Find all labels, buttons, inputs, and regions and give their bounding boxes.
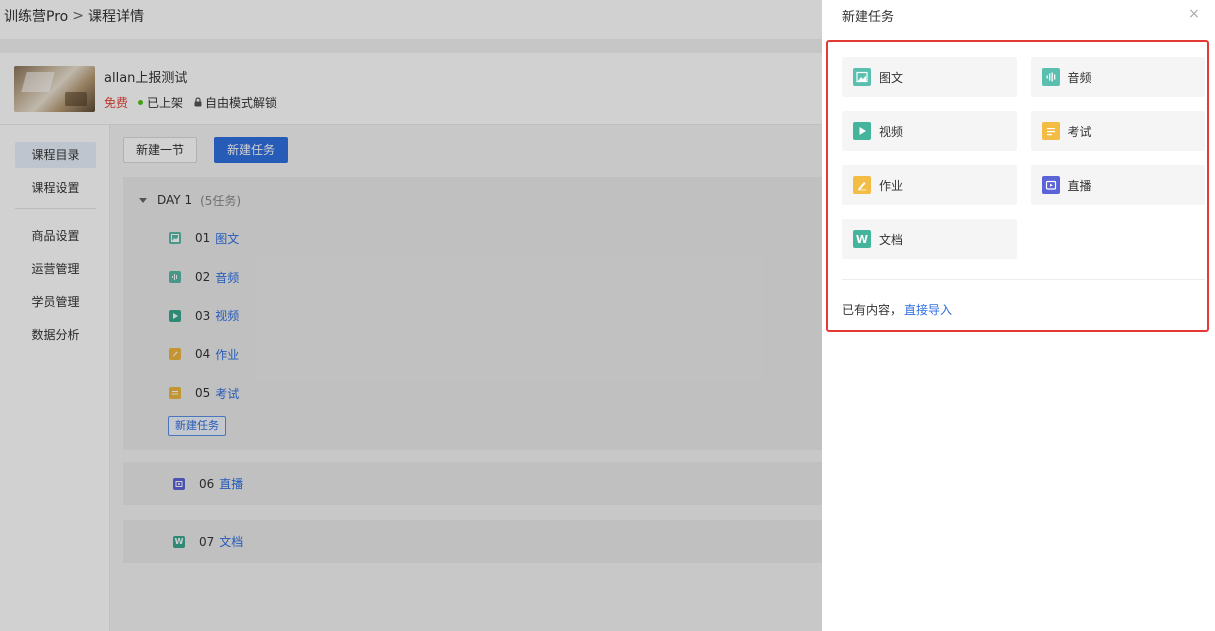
- import-prefix: 已有内容，: [842, 303, 903, 317]
- image-icon: [853, 68, 871, 86]
- video-icon: [169, 309, 181, 322]
- day-section: DAY 1 (5任务) 01 图文 02 音频 03 视频 04 作业 05 考…: [123, 177, 823, 451]
- task-type-label: 作业: [879, 178, 904, 193]
- nav-item-students[interactable]: 学员管理: [15, 289, 96, 315]
- day-task-count: (5任务): [200, 193, 242, 208]
- task-row[interactable]: W 07 文档: [123, 520, 823, 564]
- new-task-button[interactable]: 新建任务: [214, 137, 289, 163]
- task-row[interactable]: 06 直播: [123, 462, 823, 506]
- task-name-link[interactable]: 直播: [219, 475, 243, 492]
- task-type-label: 直播: [1067, 178, 1092, 193]
- task-type-document[interactable]: W 文档: [842, 219, 1017, 259]
- task-row[interactable]: 05 考试: [123, 374, 823, 413]
- live-icon: [1041, 176, 1060, 194]
- task-row[interactable]: 01 图文: [123, 219, 823, 258]
- task-name-link[interactable]: 考试: [215, 385, 239, 402]
- left-navigation: 课程目录 课程设置 商品设置 运营管理 学员管理 数据分析: [0, 125, 110, 631]
- close-icon[interactable]: ×: [1187, 7, 1201, 21]
- task-type-label: 视频: [879, 124, 904, 139]
- nav-item-operations[interactable]: 运营管理: [15, 256, 96, 282]
- document-icon: W: [173, 535, 185, 548]
- day-header[interactable]: DAY 1 (5任务): [123, 189, 823, 211]
- import-hint: 已有内容， 直接导入: [842, 301, 952, 318]
- add-task-inline-button[interactable]: 新建任务: [168, 416, 226, 437]
- task-number: 05: [195, 386, 211, 401]
- task-row[interactable]: 04 作业: [123, 335, 823, 374]
- nav-item-course-catalog[interactable]: 课程目录: [15, 142, 96, 168]
- task-number: 03: [195, 308, 211, 323]
- task-type-label: 音频: [1067, 70, 1092, 85]
- task-name-link[interactable]: 视频: [215, 307, 239, 324]
- drawer-divider: [842, 279, 1205, 280]
- task-name-link[interactable]: 图文: [215, 230, 239, 247]
- status-badge: 已上架: [138, 94, 183, 111]
- task-number: 02: [195, 270, 211, 285]
- nav-divider: [15, 208, 96, 209]
- status-text: 已上架: [147, 95, 184, 110]
- course-name: allan上报测试: [104, 70, 188, 86]
- document-icon: W: [853, 230, 871, 248]
- video-icon: [853, 122, 871, 140]
- task-type-label: 图文: [879, 70, 904, 85]
- image-icon: [169, 232, 181, 245]
- task-row[interactable]: 03 视频: [123, 296, 823, 335]
- task-row[interactable]: 02 音频: [123, 258, 823, 297]
- task-number: 06: [199, 476, 215, 491]
- task-type-homework[interactable]: 作业: [842, 165, 1017, 205]
- exam-icon: [1041, 122, 1060, 140]
- live-icon: [173, 477, 185, 490]
- task-type-video[interactable]: 视频: [842, 111, 1017, 151]
- nav-item-course-settings[interactable]: 课程设置: [15, 175, 96, 201]
- status-dot-icon: [138, 99, 144, 105]
- exam-icon: [169, 387, 181, 400]
- task-number: 07: [199, 534, 215, 549]
- task-type-audio[interactable]: 音频: [1030, 57, 1205, 97]
- task-type-label: 考试: [1067, 124, 1092, 139]
- unlock-mode: 自由模式解锁: [193, 94, 277, 111]
- task-name-link[interactable]: 作业: [215, 346, 239, 363]
- task-type-grid: 图文 音频 视频 考试 作业 直播 W 文档: [842, 57, 1205, 273]
- price-badge: 免费: [104, 95, 129, 110]
- breadcrumb-separator: >: [72, 7, 84, 24]
- caret-down-icon[interactable]: [139, 197, 147, 203]
- audio-icon: [1041, 68, 1060, 86]
- import-link[interactable]: 直接导入: [904, 303, 952, 317]
- unlock-mode-text: 自由模式解锁: [205, 95, 278, 110]
- task-number: 01: [195, 231, 211, 246]
- lock-icon: [194, 97, 202, 107]
- new-section-button[interactable]: 新建一节: [123, 137, 198, 163]
- day-title: DAY 1: [157, 193, 193, 207]
- new-task-drawer: 新建任务 × 图文 音频 视频 考试 作业 直播 W 文档 已有内容， 直接导入: [822, 0, 1215, 631]
- task-type-label: 文档: [879, 232, 904, 247]
- breadcrumb-current: 课程详情: [87, 8, 144, 25]
- task-type-exam[interactable]: 考试: [1030, 111, 1205, 151]
- drawer-title: 新建任务: [842, 9, 895, 25]
- course-cover-image: [14, 65, 95, 112]
- audio-icon: [169, 271, 181, 284]
- nav-item-product-settings[interactable]: 商品设置: [15, 223, 96, 249]
- homework-icon: [853, 176, 871, 194]
- task-name-link[interactable]: 音频: [215, 269, 239, 286]
- nav-item-analytics[interactable]: 数据分析: [15, 322, 96, 348]
- task-number: 04: [195, 347, 211, 362]
- task-name-link[interactable]: 文档: [219, 533, 243, 550]
- task-type-image-text[interactable]: 图文: [842, 57, 1017, 97]
- breadcrumb-app[interactable]: 训练营Pro: [4, 6, 68, 26]
- homework-icon: [169, 348, 181, 361]
- task-type-live[interactable]: 直播: [1030, 165, 1205, 205]
